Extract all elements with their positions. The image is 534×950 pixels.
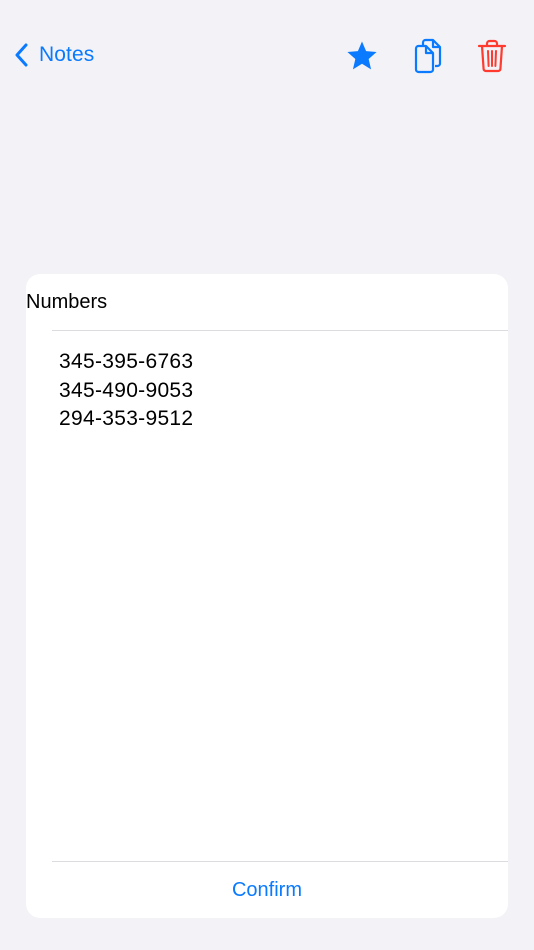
favorite-button[interactable] — [342, 36, 382, 76]
trash-icon — [477, 39, 507, 73]
note-line: 294-353-9512 — [59, 407, 194, 430]
star-filled-icon — [345, 39, 379, 73]
note-line: 345-490-9053 — [59, 378, 194, 402]
chevron-left-icon — [14, 43, 28, 67]
note-body-editor[interactable]: 345-395-6763 345-490-9053 294-353-9512 — [59, 348, 489, 838]
note-detail-screen: Notes Numbers 345-395-6763 345-490-9053 … — [0, 0, 534, 950]
note-line: 345-395-6763 — [59, 350, 194, 373]
copy-documents-icon — [412, 38, 444, 74]
back-button[interactable]: Notes — [14, 38, 94, 72]
title-divider — [52, 330, 508, 331]
back-button-label: Notes — [39, 43, 95, 66]
confirm-button[interactable]: Confirm — [26, 862, 508, 918]
note-title: Numbers — [26, 291, 108, 313]
delete-button[interactable] — [472, 36, 512, 76]
copy-button[interactable] — [408, 36, 448, 76]
